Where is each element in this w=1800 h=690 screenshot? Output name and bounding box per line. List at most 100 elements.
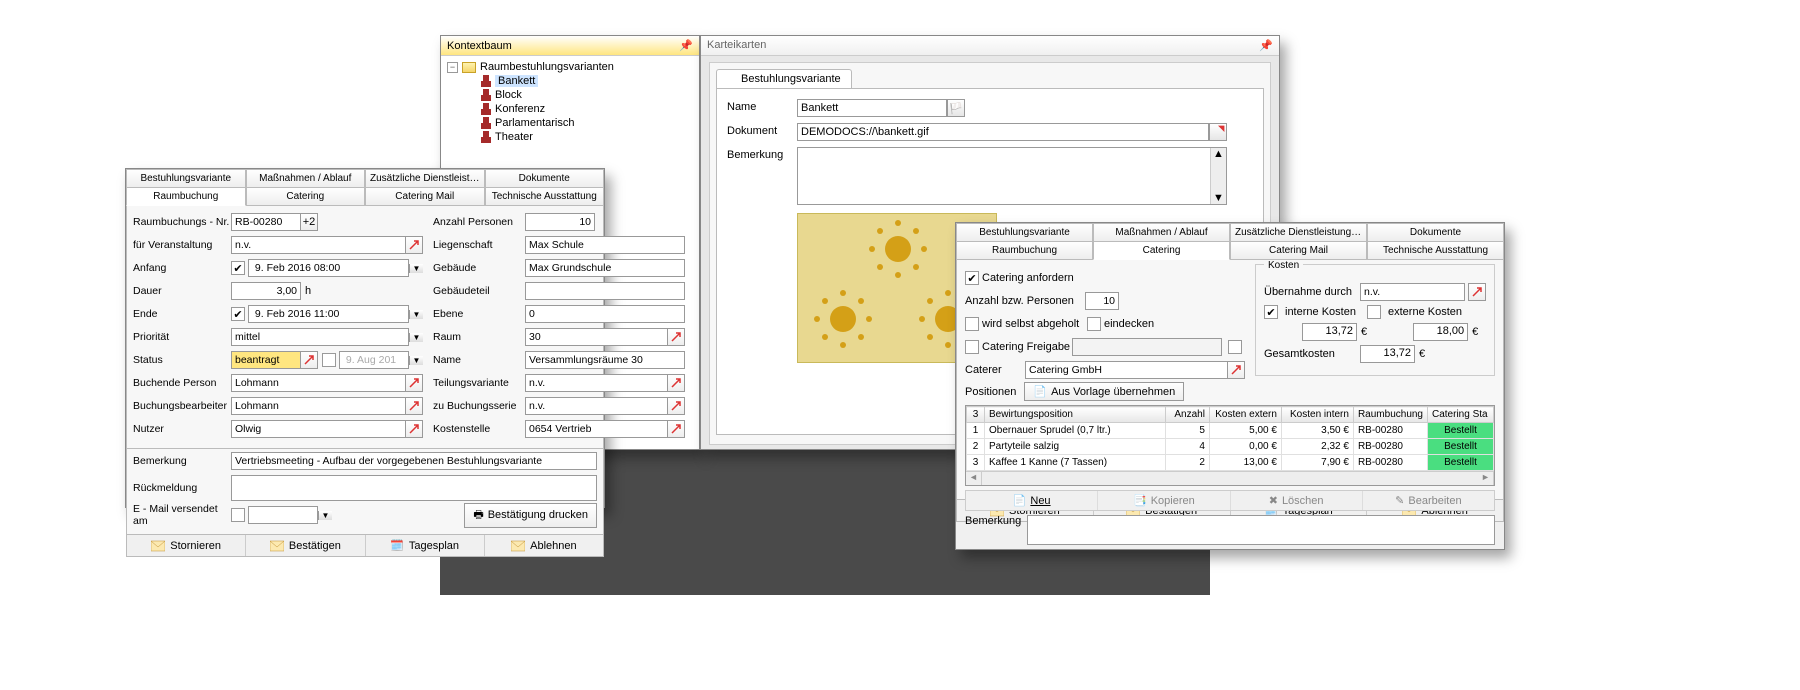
vorlage-button[interactable]: 📄Aus Vorlage übernehmen	[1024, 382, 1184, 401]
pin-icon[interactable]: 📌	[679, 39, 693, 52]
grid-scrollbar[interactable]: ◄►	[966, 471, 1494, 485]
interne-check[interactable]: ✔	[1264, 305, 1278, 319]
open-button[interactable]	[1209, 123, 1227, 141]
anfordern-check[interactable]: ✔	[965, 271, 979, 285]
tab-catering[interactable]: Catering	[1093, 241, 1230, 260]
tree-item[interactable]: Parlamentarisch	[447, 116, 693, 130]
bemerkung-textarea[interactable]: ▲▼	[797, 147, 1227, 205]
tab-bestuhlungsvariante[interactable]: Bestuhlungsvariante	[956, 223, 1093, 242]
tab-massnahmen[interactable]: Maßnahmen / Ablauf	[1093, 223, 1230, 242]
col-status[interactable]: Catering Sta	[1428, 407, 1494, 423]
dropdown-icon[interactable]: ▼	[318, 511, 332, 520]
tree-item[interactable]: Block	[447, 88, 693, 102]
col-pos[interactable]: Bewirtungsposition	[985, 407, 1166, 423]
tab-raumbuchung[interactable]: Raumbuchung	[956, 241, 1093, 260]
bemerk-input[interactable]	[231, 452, 597, 470]
tab-catering[interactable]: Catering	[246, 187, 366, 206]
anzahl-input[interactable]	[525, 213, 595, 231]
col-extern[interactable]: Kosten extern	[1209, 407, 1281, 423]
kostenstelle-input[interactable]	[525, 420, 668, 438]
dauer-input[interactable]	[231, 282, 301, 300]
lookup-button[interactable]	[405, 236, 423, 254]
col-intern[interactable]: Kosten intern	[1281, 407, 1353, 423]
ende-check[interactable]: ✔	[231, 307, 245, 321]
lieg-input[interactable]	[525, 236, 685, 254]
status-input[interactable]	[231, 351, 301, 369]
positionen-grid[interactable]: 3 Bewirtungsposition Anzahl Kosten exter…	[965, 405, 1495, 486]
tab-raumbuchung[interactable]: Raumbuchung	[126, 187, 246, 206]
scrollbar[interactable]: ▲▼	[1210, 148, 1226, 204]
loeschen-button[interactable]: ✖Löschen	[1231, 491, 1363, 510]
tab-cateringmail[interactable]: Catering Mail	[365, 187, 485, 206]
freigabe-input[interactable]	[1072, 338, 1222, 356]
statdate-check[interactable]	[322, 353, 336, 367]
dokument-input[interactable]	[797, 123, 1209, 141]
dropdown-icon[interactable]: ▼	[409, 333, 423, 342]
dropdown-icon[interactable]: ▼	[409, 310, 423, 319]
gebteil-input[interactable]	[525, 282, 685, 300]
increment-button[interactable]: +2	[300, 213, 318, 231]
nutzer-input[interactable]	[231, 420, 406, 438]
pin-icon[interactable]: 📌	[1259, 39, 1273, 52]
nr-input[interactable]	[231, 213, 301, 231]
dropdown-icon[interactable]: ▼	[409, 356, 423, 365]
gebaeude-input[interactable]	[525, 259, 685, 277]
anfang-input[interactable]	[248, 259, 409, 277]
serie-input[interactable]	[525, 397, 668, 415]
lookup-button[interactable]	[405, 397, 423, 415]
lookup-button[interactable]	[405, 374, 423, 392]
teilungsvar-input[interactable]	[525, 374, 668, 392]
stornieren-button[interactable]: Stornieren	[127, 535, 246, 556]
lookup-button[interactable]	[667, 374, 685, 392]
prio-select[interactable]	[231, 328, 409, 346]
buchper-input[interactable]	[231, 374, 406, 392]
col-rb[interactable]: Raumbuchung	[1353, 407, 1427, 423]
buchbea-input[interactable]	[231, 397, 406, 415]
freigabe2-check[interactable]	[1228, 340, 1242, 354]
col-count[interactable]: 3	[967, 407, 985, 423]
ende-input[interactable]	[248, 305, 409, 323]
externe-check[interactable]	[1367, 305, 1381, 319]
abgeholt-check[interactable]	[965, 317, 979, 331]
bemerkung-input[interactable]	[1027, 515, 1495, 545]
tab-dienstleistungen[interactable]: Zusätzliche Dienstleistungen	[1230, 223, 1367, 242]
tab-massnahmen[interactable]: Maßnahmen / Ablauf	[246, 169, 366, 188]
anzahlp-input[interactable]	[1085, 292, 1119, 310]
tagesplan-button[interactable]: 🗓️Tagesplan	[366, 535, 485, 556]
tab-bestuhlungsvariante[interactable]: Bestuhlungsvariante	[126, 169, 246, 188]
raum-input[interactable]	[525, 328, 668, 346]
email-check[interactable]	[231, 508, 245, 522]
veranst-input[interactable]	[231, 236, 406, 254]
anfang-check[interactable]: ✔	[231, 261, 245, 275]
tab-cateringmail[interactable]: Catering Mail	[1230, 241, 1367, 260]
ebene-input[interactable]	[525, 305, 685, 323]
lookup-button[interactable]	[1227, 361, 1245, 379]
raumname-input[interactable]	[525, 351, 685, 369]
kopieren-button[interactable]: 📑Kopieren	[1098, 491, 1230, 510]
lookup-button[interactable]	[1468, 283, 1486, 301]
caterer-input[interactable]	[1025, 361, 1228, 379]
table-row[interactable]: 3Kaffee 1 Kanne (7 Tassen)213,00 €7,90 €…	[967, 455, 1494, 471]
neu-button[interactable]: 📄Neu	[966, 491, 1098, 510]
table-row[interactable]: 1Obernauer Sprudel (0,7 ltr.)55,00 €3,50…	[967, 423, 1494, 439]
lookup-button[interactable]	[667, 397, 685, 415]
tab-bestuhlungsvariante[interactable]: Bestuhlungsvariante	[716, 69, 852, 88]
collapse-icon[interactable]: −	[447, 62, 458, 73]
tab-techausstattung[interactable]: Technische Ausstattung	[1367, 241, 1504, 260]
dropdown-icon[interactable]: ▼	[409, 264, 423, 273]
tree-item[interactable]: Konferenz	[447, 102, 693, 116]
bestaetigung-drucken-button[interactable]: 🖶Bestätigung drucken	[464, 503, 597, 528]
lookup-button[interactable]	[405, 420, 423, 438]
uebernahme-input[interactable]	[1360, 283, 1465, 301]
tab-dienstleistungen[interactable]: Zusätzliche Dienstleistungen	[365, 169, 485, 188]
tab-techausstattung[interactable]: Technische Ausstattung	[485, 187, 605, 206]
bearbeiten-button[interactable]: ✎Bearbeiten	[1363, 491, 1494, 510]
lookup-button[interactable]	[667, 328, 685, 346]
flag-button[interactable]: 🏳️	[947, 99, 965, 117]
tree-root[interactable]: − Raumbestuhlungsvarianten	[447, 60, 693, 74]
lookup-button[interactable]	[300, 351, 318, 369]
tab-dokumente[interactable]: Dokumente	[1367, 223, 1504, 242]
tree-item[interactable]: Theater	[447, 130, 693, 144]
name-input[interactable]	[797, 99, 947, 117]
ablehnen-button[interactable]: Ablehnen	[485, 535, 603, 556]
